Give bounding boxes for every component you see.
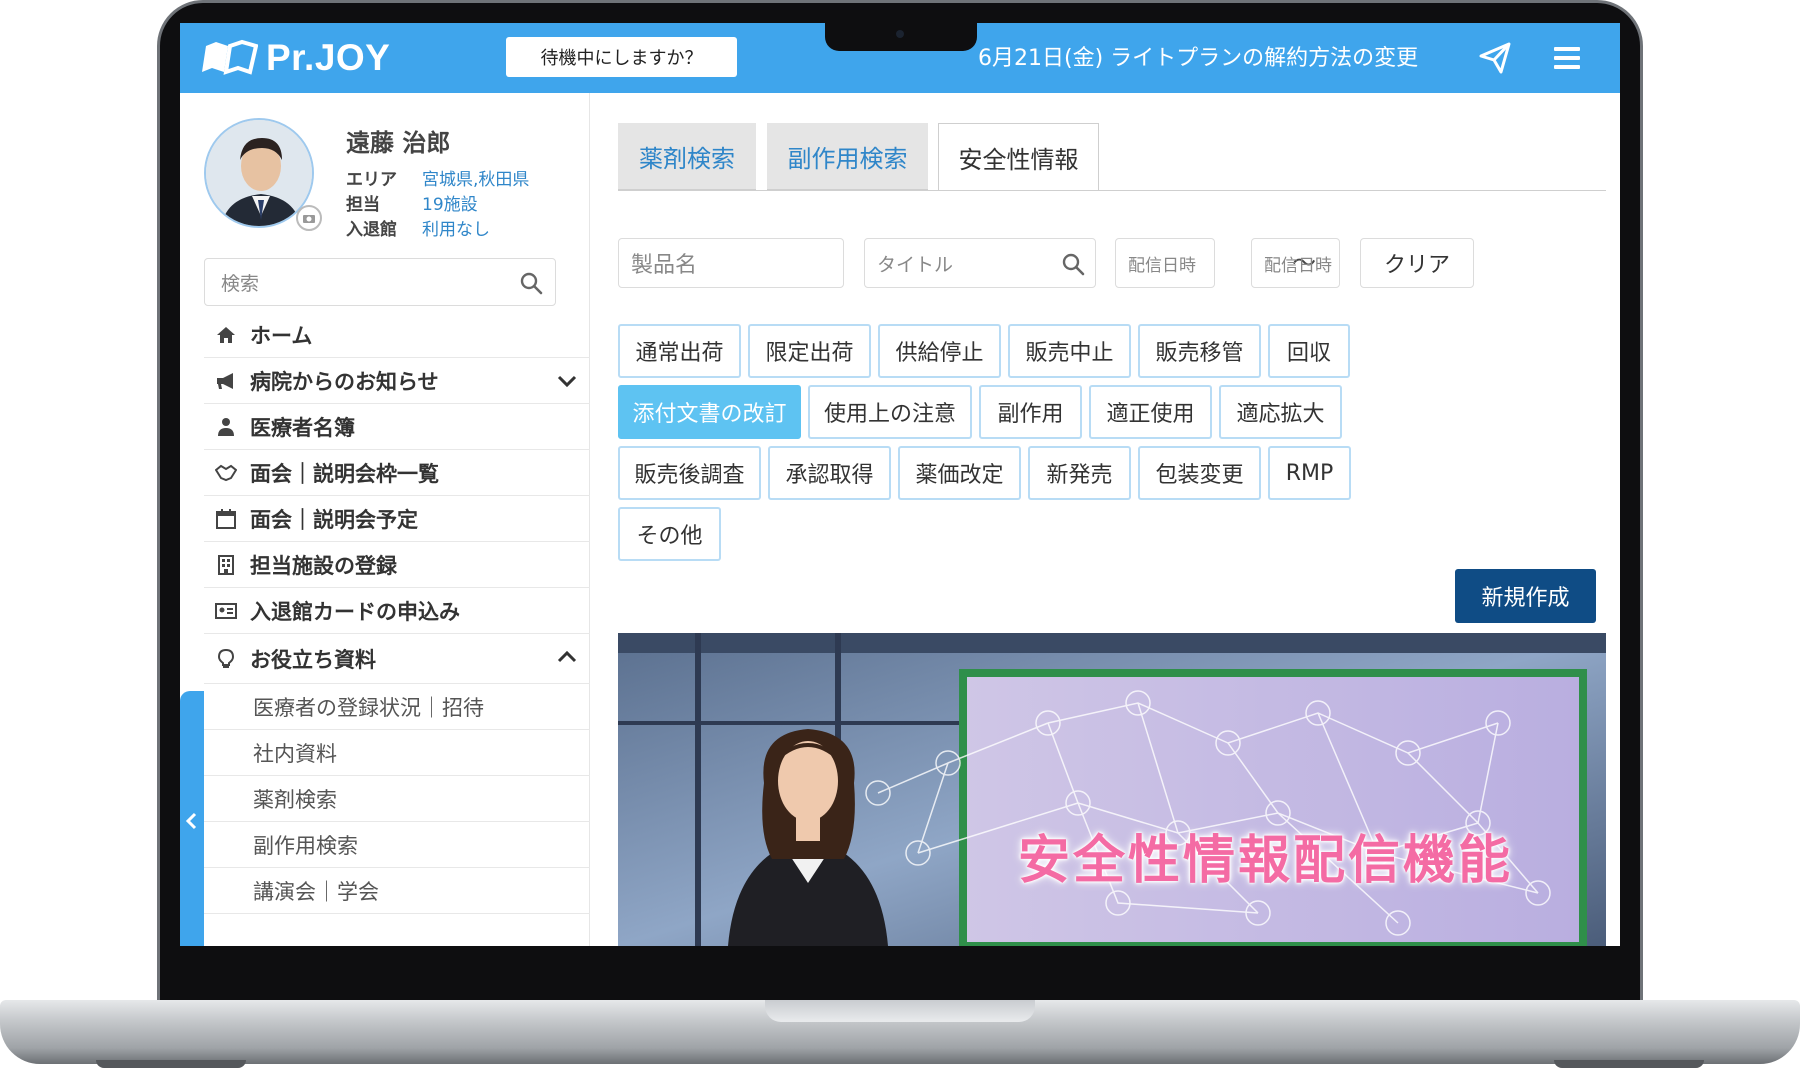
calendar-icon — [214, 507, 238, 531]
category-button[interactable]: 販売中止 — [1008, 324, 1131, 378]
clear-button[interactable]: クリア — [1360, 238, 1474, 288]
chevron-down-icon[interactable] — [556, 370, 578, 392]
home-icon — [214, 323, 238, 347]
sidebar-search-placeholder: 検索 — [221, 272, 260, 295]
sidebar-item-hospital-news[interactable]: 病院からのお知らせ — [204, 358, 590, 404]
tab-divider — [618, 190, 1606, 191]
category-button[interactable]: RMP — [1268, 446, 1351, 500]
chevron-left-icon — [185, 812, 197, 830]
sidebar-item-label: ホーム — [250, 323, 313, 348]
sidebar-item-meeting-schedule[interactable]: 面会｜説明会予定 — [204, 496, 590, 542]
standby-button[interactable]: 待機中にしますか？ — [506, 37, 737, 77]
search-icon[interactable] — [519, 271, 543, 295]
video-background — [618, 633, 1606, 946]
sidebar-item-home[interactable]: ホーム — [204, 312, 590, 358]
lightbulb-icon — [214, 647, 238, 671]
sidebar-item-meeting-slots[interactable]: 面会｜説明会枠一覧 — [204, 450, 590, 496]
sidebar-item-label: 面会｜説明会予定 — [250, 507, 418, 532]
area-label: エリア — [346, 170, 397, 190]
sidebar-search-input[interactable]: 検索 — [204, 258, 556, 306]
laptop-foot-left — [96, 1060, 246, 1068]
charge-row: 担当 19施設 — [346, 190, 478, 215]
category-button[interactable]: 包装変更 — [1138, 446, 1261, 500]
category-button[interactable]: 適応拡大 — [1219, 385, 1342, 439]
area-row: エリア 宮城県,秋田県 — [346, 165, 529, 190]
paper-plane-icon[interactable] — [1478, 41, 1512, 75]
category-button[interactable]: 副作用 — [979, 385, 1082, 439]
tab-safety-info[interactable]: 安全性情報 — [938, 123, 1099, 191]
id-card-icon — [214, 599, 238, 623]
user-name: 遠藤 治郎 — [346, 129, 451, 157]
book-logo-icon — [202, 39, 258, 75]
entry-row: 入退館 利用なし — [346, 215, 490, 240]
handshake-icon — [214, 461, 238, 485]
laptop-hinge-notch — [765, 1000, 1035, 1022]
sidebar-collapse-handle[interactable] — [180, 691, 204, 946]
entry-value[interactable]: 利用なし — [422, 215, 490, 240]
sidebar: 遠藤 治郎 エリア 宮城県,秋田県 担当 19施設 入退館 利用なし 検索 ホー… — [180, 93, 590, 946]
date-from-input[interactable]: 配信日時 — [1115, 238, 1215, 288]
main-content: 薬剤検索 副作用検索 安全性情報 製品名 タイトル 配信日時 〜 配信日時 クリ… — [590, 93, 1620, 946]
sidebar-item-label: 担当施設の登録 — [250, 553, 397, 578]
sidebar-item-label: 入退館カードの申込み — [250, 599, 460, 624]
category-button[interactable]: 販売移管 — [1138, 324, 1261, 378]
tab-drug-search[interactable]: 薬剤検索 — [618, 123, 756, 191]
hamburger-menu-icon[interactable] — [1554, 45, 1580, 71]
category-button[interactable]: 薬価改定 — [898, 446, 1021, 500]
category-button[interactable]: 供給停止 — [878, 324, 1001, 378]
sidebar-subitem-lectures[interactable]: 講演会｜学会 — [204, 868, 590, 914]
title-input-placeholder: タイトル — [877, 253, 954, 276]
tab-side-effect-search[interactable]: 副作用検索 — [767, 123, 928, 191]
category-button[interactable]: 新発売 — [1028, 446, 1131, 500]
sidebar-item-medical-roster[interactable]: 医療者名簿 — [204, 404, 590, 450]
video-caption: 安全性情報配信機能 — [1018, 831, 1514, 891]
category-button-selected[interactable]: 添付文書の改訂 — [618, 385, 801, 439]
category-button[interactable]: 限定出荷 — [748, 324, 871, 378]
charge-label: 担当 — [346, 195, 380, 215]
sidebar-item-label: 面会｜説明会枠一覧 — [250, 461, 439, 486]
sidebar-item-label: お役立ち資料 — [250, 647, 376, 672]
screen: Pr.JOY 待機中にしますか？ 6月21日(金) ライトプランの解約方法の変更 — [180, 23, 1620, 946]
category-button[interactable]: 販売後調査 — [618, 446, 761, 500]
entry-label: 入退館 — [346, 220, 397, 240]
area-value[interactable]: 宮城県,秋田県 — [422, 165, 529, 190]
search-icon[interactable] — [1061, 252, 1085, 276]
sidebar-item-entry-card[interactable]: 入退館カードの申込み — [204, 588, 590, 634]
sidebar-item-label: 病院からのお知らせ — [250, 369, 439, 394]
category-button[interactable]: 適正使用 — [1089, 385, 1212, 439]
category-button[interactable]: 承認取得 — [768, 446, 891, 500]
building-icon — [214, 553, 238, 577]
sidebar-subitem-registration-status[interactable]: 医療者の登録状況｜招待 — [204, 684, 590, 730]
laptop-foot-right — [1554, 1060, 1704, 1068]
sidebar-subitem-drug-search[interactable]: 薬剤検索 — [204, 776, 590, 822]
doctor-icon — [214, 415, 238, 439]
logo[interactable]: Pr.JOY — [202, 35, 390, 81]
promo-video[interactable]: 安全性情報配信機能 — [618, 633, 1606, 946]
category-button[interactable]: 使用上の注意 — [808, 385, 972, 439]
megaphone-icon — [214, 369, 238, 393]
sidebar-subitem-side-effect-search[interactable]: 副作用検索 — [204, 822, 590, 868]
sidebar-item-useful-materials[interactable]: お役立ち資料 — [204, 634, 590, 684]
camera-badge-icon[interactable] — [296, 205, 322, 231]
category-button[interactable]: その他 — [618, 507, 721, 561]
new-create-button[interactable]: 新規作成 — [1455, 569, 1596, 623]
chevron-up-icon[interactable] — [556, 646, 578, 668]
logo-text: Pr.JOY — [266, 37, 391, 78]
category-button[interactable]: 回収 — [1268, 324, 1350, 378]
sidebar-item-facility-registration[interactable]: 担当施設の登録 — [204, 542, 590, 588]
date-to-input[interactable]: 配信日時 — [1251, 238, 1340, 288]
title-input[interactable]: タイトル — [864, 238, 1096, 288]
camera-icon — [896, 30, 904, 38]
sidebar-subitem-internal-docs[interactable]: 社内資料 — [204, 730, 590, 776]
product-name-input[interactable]: 製品名 — [618, 238, 844, 288]
sidebar-item-label: 医療者名簿 — [250, 415, 355, 440]
charge-value[interactable]: 19施設 — [422, 190, 478, 215]
announcement-link[interactable]: 6月21日(金) ライトプランの解約方法の変更 — [978, 40, 1418, 72]
category-button[interactable]: 通常出荷 — [618, 324, 741, 378]
